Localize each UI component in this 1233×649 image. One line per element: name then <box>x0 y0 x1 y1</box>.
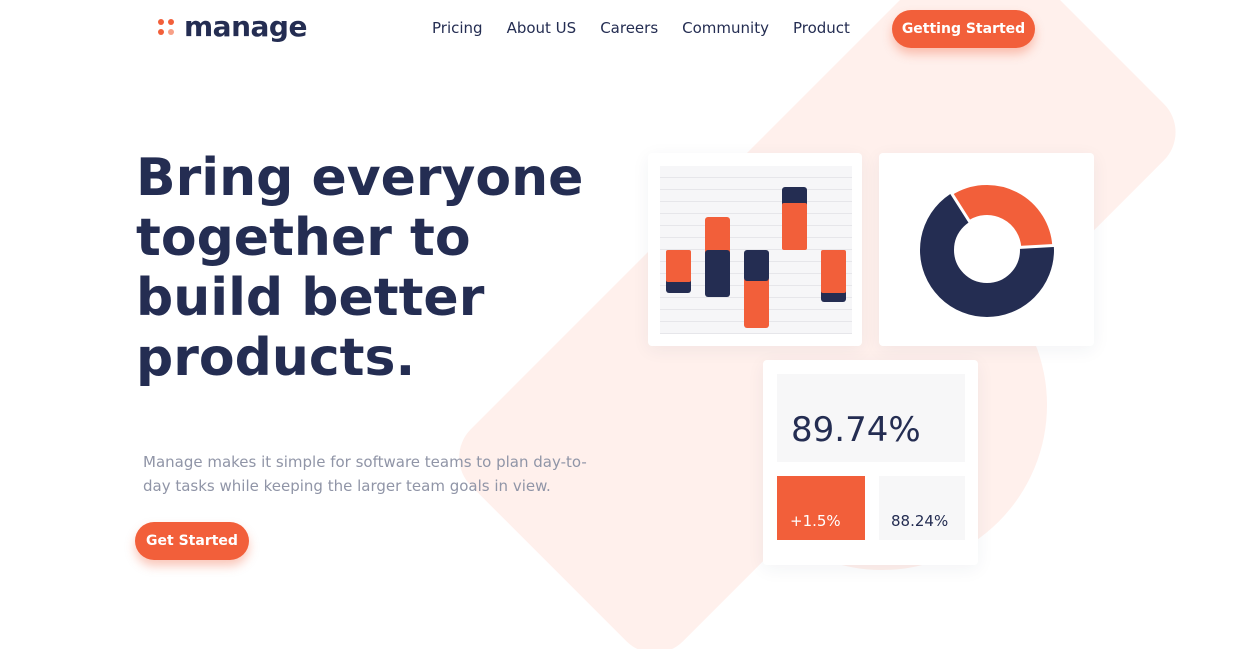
nav-link-community[interactable]: Community <box>682 19 769 37</box>
hero-description: Manage makes it simple for software team… <box>143 453 587 495</box>
logo-text: manage <box>184 10 307 43</box>
bar-5-orange <box>821 250 846 293</box>
getting-started-button[interactable]: Getting Started <box>892 10 1035 48</box>
stats-card: 89.74% +1.5% 88.24% <box>763 360 978 565</box>
bar-3-orange <box>744 277 769 328</box>
nav-link-product[interactable]: Product <box>793 19 850 37</box>
nav-link-about-us[interactable]: About US <box>507 19 577 37</box>
get-started-button[interactable]: Get Started <box>135 522 249 560</box>
bar-chart-card <box>648 153 862 346</box>
stat-secondary-panel: 88.24% <box>879 476 965 540</box>
donut-chart-illustration <box>920 181 1056 317</box>
main-nav: Pricing About US Careers Community Produ… <box>432 19 874 37</box>
stat-main-panel: 89.74% <box>777 374 965 462</box>
logo[interactable]: manage <box>158 10 307 43</box>
nav-link-pricing[interactable]: Pricing <box>432 19 483 37</box>
stat-change-value: +1.5% <box>790 512 841 530</box>
bar-3-navy <box>744 250 769 281</box>
bar-chart-illustration <box>660 166 852 334</box>
bar-1-orange <box>666 250 691 282</box>
hero-title: Bring everyone together to build better … <box>136 148 584 388</box>
stat-secondary-value: 88.24% <box>891 512 949 530</box>
four-dot-logo-icon <box>158 18 174 35</box>
stat-main-value: 89.74% <box>791 410 921 450</box>
donut-chart-card <box>879 153 1094 346</box>
bar-4-orange <box>782 203 807 250</box>
nav-link-careers[interactable]: Careers <box>600 19 658 37</box>
stat-change-panel: +1.5% <box>777 476 865 540</box>
bar-2-navy <box>705 250 730 297</box>
